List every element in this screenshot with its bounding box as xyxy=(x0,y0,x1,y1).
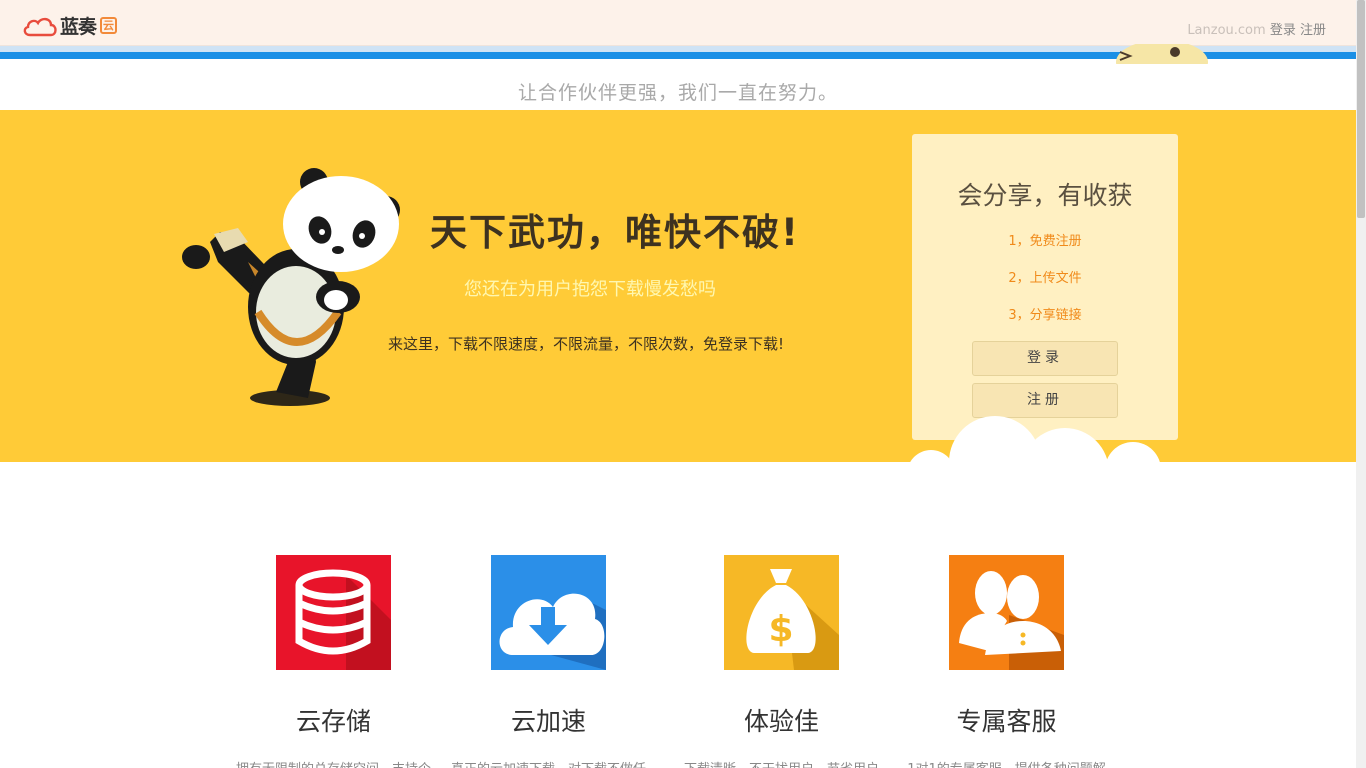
feature-desc: 下载清晰，不干扰用户，节省用户 xyxy=(669,758,894,768)
feature-desc: 拥有无限制的总存储空间，支持个 xyxy=(221,758,446,768)
feature-cloud-speed[interactable]: 云加速 真正的云加速下载，对下载不做任 xyxy=(436,555,661,768)
hero-banner: 天下武功，唯快不破! 您还在为用户抱怨下载慢发愁吗 来这里，下载不限速度，不限流… xyxy=(0,110,1356,462)
feature-desc: 1对1的专属客服，提供各种问题解 xyxy=(894,758,1119,768)
slogan: 让合作伙伴更强，我们一直在努力。 xyxy=(517,82,838,104)
feature-customer-service[interactable]: 专属客服 1对1的专属客服，提供各种问题解 xyxy=(894,555,1119,768)
feature-desc: 真正的云加速下载，对下载不做任 xyxy=(436,758,661,768)
step-share: 3，分享链接 xyxy=(1008,308,1082,323)
feature-title: 体验佳 xyxy=(743,707,819,736)
banner-headline: 天下武功，唯快不破! xyxy=(430,211,800,254)
cloud-logo-icon xyxy=(23,17,57,36)
vertical-scrollbar[interactable] xyxy=(1356,0,1366,768)
login-button[interactable]: 登录 xyxy=(972,341,1118,376)
page: 蓝奏 云 Lanzou.com 登录 注册 让合作伙伴更强，我们一直在努力。 天… xyxy=(0,0,1366,768)
register-link[interactable]: 注册 xyxy=(1300,23,1326,38)
scrollbar-thumb[interactable] xyxy=(1357,0,1365,218)
kungfu-panda-illustration xyxy=(182,168,400,406)
top-bar: 蓝奏 云 Lanzou.com 登录 注册 xyxy=(0,0,1356,46)
feature-title: 云存储 xyxy=(295,707,371,736)
logo-badge: 云 xyxy=(100,17,118,34)
money-bag-icon: $ xyxy=(724,555,839,670)
signup-card: 会分享，有收获 1，免费注册 2，上传文件 3，分享链接 登录 注册 xyxy=(912,134,1178,440)
database-icon xyxy=(276,555,391,670)
step-upload: 2，上传文件 xyxy=(1008,271,1082,286)
cloud-download-icon xyxy=(491,555,606,670)
customer-service-icon xyxy=(949,555,1064,670)
mascot-peek-image xyxy=(1112,44,1212,64)
svg-text:$: $ xyxy=(768,609,793,650)
top-links: Lanzou.com 登录 注册 xyxy=(1187,19,1326,38)
banner-description: 来这里，下载不限速度，不限流量，不限次数，免登录下载! xyxy=(388,335,785,353)
feature-title: 云加速 xyxy=(510,707,586,736)
logo-text: 蓝奏 xyxy=(60,16,97,38)
features-section: 云存储 拥有无限制的总存储空间，支持个 云加速 真正的云加速下载，对下载不做任 xyxy=(0,462,1356,768)
domain-text: Lanzou.com xyxy=(1187,23,1266,38)
card-title: 会分享，有收获 xyxy=(957,181,1133,210)
feature-title: 专属客服 xyxy=(956,707,1057,736)
login-link[interactable]: 登录 xyxy=(1270,23,1296,38)
banner-subhead: 您还在为用户抱怨下载慢发愁吗 xyxy=(464,279,716,300)
step-register: 1，免费注册 xyxy=(1008,234,1082,249)
clouds-decoration xyxy=(910,416,1160,462)
site-logo[interactable]: 蓝奏 云 xyxy=(22,12,118,39)
feature-experience[interactable]: $ 体验佳 下载清晰，不干扰用户，节省用户 xyxy=(669,555,894,768)
feature-cloud-storage[interactable]: 云存储 拥有无限制的总存储空间，支持个 xyxy=(221,555,446,768)
